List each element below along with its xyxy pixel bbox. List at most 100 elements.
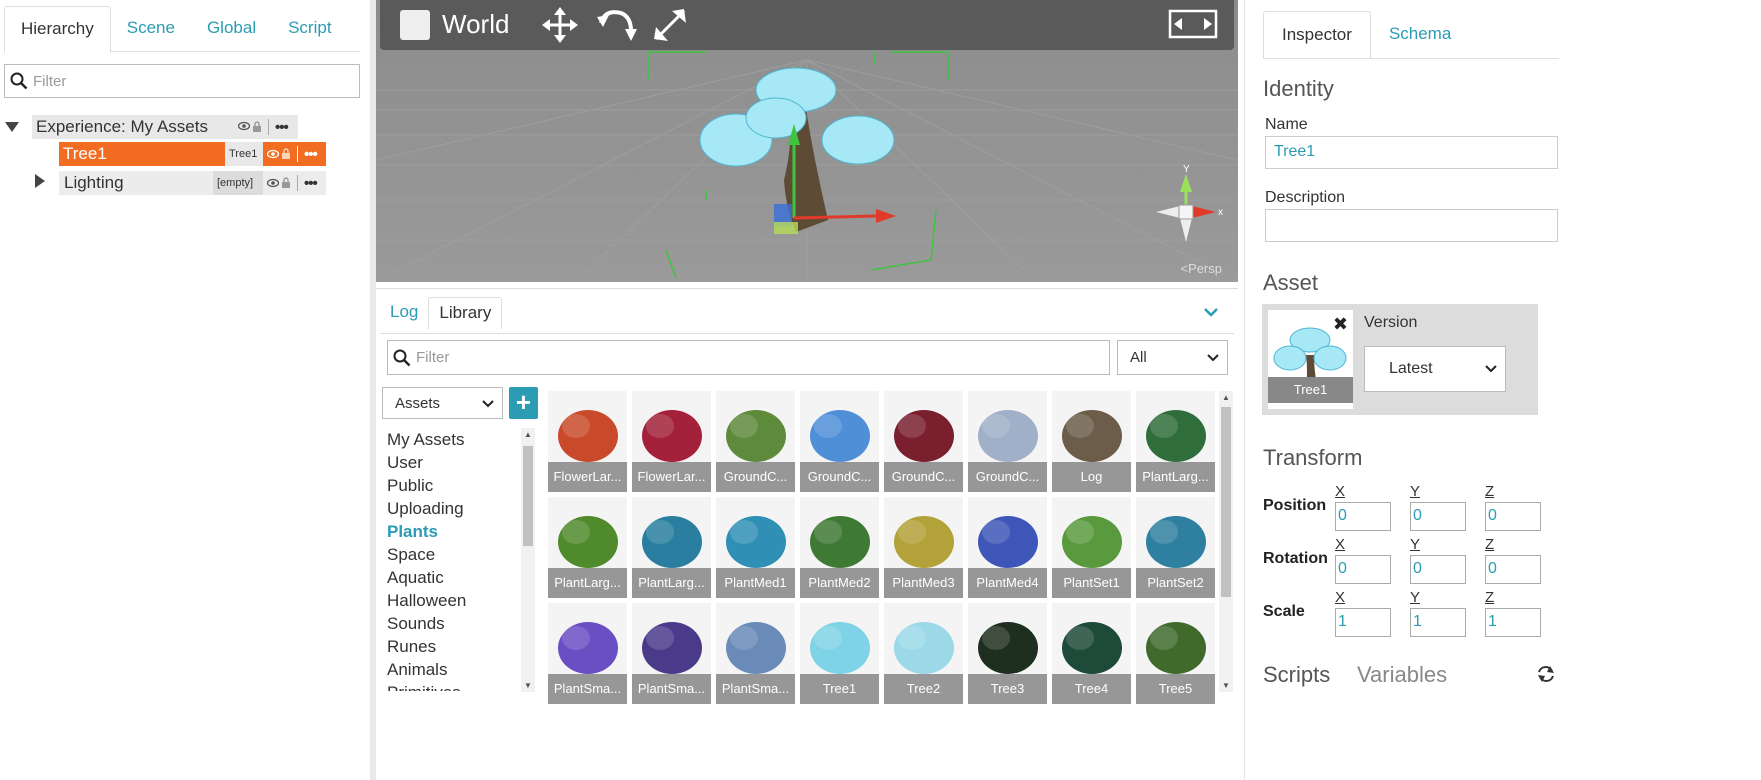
category-item[interactable]: Runes xyxy=(387,635,517,658)
eye-icon[interactable] xyxy=(266,144,280,164)
asset-tile[interactable]: FlowerLar... xyxy=(548,391,627,492)
add-asset-button[interactable]: + xyxy=(509,387,538,419)
version-select[interactable]: Latest xyxy=(1364,346,1506,392)
asset-tile[interactable]: PlantSma... xyxy=(548,603,627,704)
category-item[interactable]: Primitives xyxy=(387,681,517,691)
lock-icon[interactable] xyxy=(281,144,291,164)
asset-tile[interactable]: PlantSma... xyxy=(716,603,795,704)
tab-scene[interactable]: Scene xyxy=(111,6,191,52)
more-options-icon[interactable]: ••• xyxy=(304,175,318,192)
asset-tile[interactable]: PlantMed1 xyxy=(716,497,795,598)
asset-scroll-thumb[interactable] xyxy=(1221,407,1231,597)
asset-tile[interactable]: PlantMed4 xyxy=(968,497,1047,598)
category-item[interactable]: Public xyxy=(387,474,517,497)
tab-schema[interactable]: Schema xyxy=(1371,11,1469,59)
collapse-panel-chevron-icon[interactable] xyxy=(1203,305,1219,323)
tab-log[interactable]: Log xyxy=(380,297,428,329)
asset-tile[interactable]: GroundC... xyxy=(968,391,1047,492)
tab-variables[interactable]: Variables xyxy=(1357,662,1447,688)
library-filter-input[interactable]: Filter xyxy=(387,340,1110,375)
expand-chevron-icon[interactable] xyxy=(34,173,46,194)
category-item[interactable]: Animals xyxy=(387,658,517,681)
refresh-icon[interactable] xyxy=(1536,664,1556,689)
asset-tile-label: GroundC... xyxy=(800,462,879,492)
category-scrollbar[interactable]: ▲ ▼ xyxy=(521,428,535,692)
scale-tool-icon[interactable] xyxy=(650,5,690,50)
asset-tile[interactable]: Log xyxy=(1052,391,1131,492)
more-options-icon[interactable]: ••• xyxy=(304,146,318,163)
tab-global[interactable]: Global xyxy=(191,6,272,52)
tab-hierarchy[interactable]: Hierarchy xyxy=(4,6,111,53)
asset-tile[interactable]: GroundC... xyxy=(800,391,879,492)
scroll-down-icon[interactable]: ▼ xyxy=(1222,681,1230,690)
collapse-chevron-icon[interactable] xyxy=(4,120,20,138)
category-item-active[interactable]: Plants xyxy=(387,520,517,543)
asset-tile[interactable]: Tree4 xyxy=(1052,603,1131,704)
tab-scripts[interactable]: Scripts xyxy=(1263,662,1330,688)
category-item[interactable]: My Assets xyxy=(387,428,517,451)
asset-tile[interactable]: PlantSma... xyxy=(632,603,711,704)
asset-tile[interactable]: PlantLarg... xyxy=(1136,391,1215,492)
asset-tile[interactable]: GroundC... xyxy=(716,391,795,492)
rotation-x-input[interactable]: 0 xyxy=(1335,555,1391,584)
tree-node-tree1[interactable]: Tree1 Tree1 ••• xyxy=(59,142,326,166)
hierarchy-filter-input[interactable]: Filter xyxy=(4,64,360,98)
scroll-up-icon[interactable]: ▲ xyxy=(1222,393,1230,402)
scale-x-input[interactable]: 1 xyxy=(1335,608,1391,637)
asset-tile[interactable]: PlantLarg... xyxy=(548,497,627,598)
asset-source-select[interactable]: Assets xyxy=(382,387,503,419)
asset-tile-label: Tree3 xyxy=(968,674,1047,704)
tree-node-experience[interactable]: Experience: My Assets ••• xyxy=(32,115,298,139)
remove-asset-icon[interactable]: ✖ xyxy=(1333,315,1348,333)
category-item[interactable]: Halloween xyxy=(387,589,517,612)
asset-grid-scrollbar[interactable]: ▲ ▼ xyxy=(1219,391,1233,692)
position-y-input[interactable]: 0 xyxy=(1410,502,1466,531)
perspective-toggle[interactable]: <Persp xyxy=(1180,261,1222,276)
asset-tile[interactable]: PlantMed3 xyxy=(884,497,963,598)
asset-tile[interactable]: GroundC... xyxy=(884,391,963,492)
asset-thumbnail[interactable]: ✖ Tree1 xyxy=(1268,310,1353,409)
move-tool-icon[interactable] xyxy=(540,5,580,50)
scroll-down-icon[interactable]: ▼ xyxy=(524,681,532,690)
asset-tile[interactable]: Tree3 xyxy=(968,603,1047,704)
tab-script[interactable]: Script xyxy=(272,6,347,52)
divider xyxy=(297,146,298,162)
more-options-icon[interactable]: ••• xyxy=(275,119,289,136)
rotate-tool-icon[interactable] xyxy=(595,5,639,50)
scale-y-input[interactable]: 1 xyxy=(1410,608,1466,637)
category-item[interactable]: User xyxy=(387,451,517,474)
category-item[interactable]: Space xyxy=(387,543,517,566)
category-scroll-thumb[interactable] xyxy=(523,446,533,546)
category-item[interactable]: Sounds xyxy=(387,612,517,635)
scene-viewport[interactable]: Y x World <Persp xyxy=(376,0,1238,282)
scroll-up-icon[interactable]: ▲ xyxy=(524,430,532,439)
world-checkbox[interactable] xyxy=(400,10,430,40)
lock-icon[interactable] xyxy=(281,173,291,193)
tree-node-lighting[interactable]: Lighting [empty] ••• xyxy=(59,171,326,195)
lock-icon[interactable] xyxy=(252,117,262,137)
rotation-z-input[interactable]: 0 xyxy=(1485,555,1541,584)
asset-tile-label: FlowerLar... xyxy=(632,462,711,492)
eye-icon[interactable] xyxy=(237,121,251,134)
asset-tile[interactable]: PlantSet2 xyxy=(1136,497,1215,598)
description-input[interactable] xyxy=(1265,209,1558,242)
scale-z-input[interactable]: 1 xyxy=(1485,608,1541,637)
asset-tile[interactable]: Tree1 xyxy=(800,603,879,704)
asset-tile[interactable]: FlowerLar... xyxy=(632,391,711,492)
asset-tile[interactable]: Tree5 xyxy=(1136,603,1215,704)
tab-inspector[interactable]: Inspector xyxy=(1263,11,1371,59)
category-item[interactable]: Aquatic xyxy=(387,566,517,589)
rotation-y-input[interactable]: 0 xyxy=(1410,555,1466,584)
asset-tile[interactable]: PlantMed2 xyxy=(800,497,879,598)
asset-tile[interactable]: PlantSet1 xyxy=(1052,497,1131,598)
fullscreen-icon[interactable] xyxy=(1168,9,1218,44)
tab-library[interactable]: Library xyxy=(428,297,503,329)
type-filter-select[interactable]: All xyxy=(1117,340,1228,375)
category-item[interactable]: Uploading xyxy=(387,497,517,520)
position-z-input[interactable]: 0 xyxy=(1485,502,1541,531)
eye-icon[interactable] xyxy=(266,173,280,193)
name-input[interactable]: Tree1 xyxy=(1265,136,1558,169)
asset-tile[interactable]: Tree2 xyxy=(884,603,963,704)
asset-tile[interactable]: PlantLarg... xyxy=(632,497,711,598)
position-x-input[interactable]: 0 xyxy=(1335,502,1391,531)
